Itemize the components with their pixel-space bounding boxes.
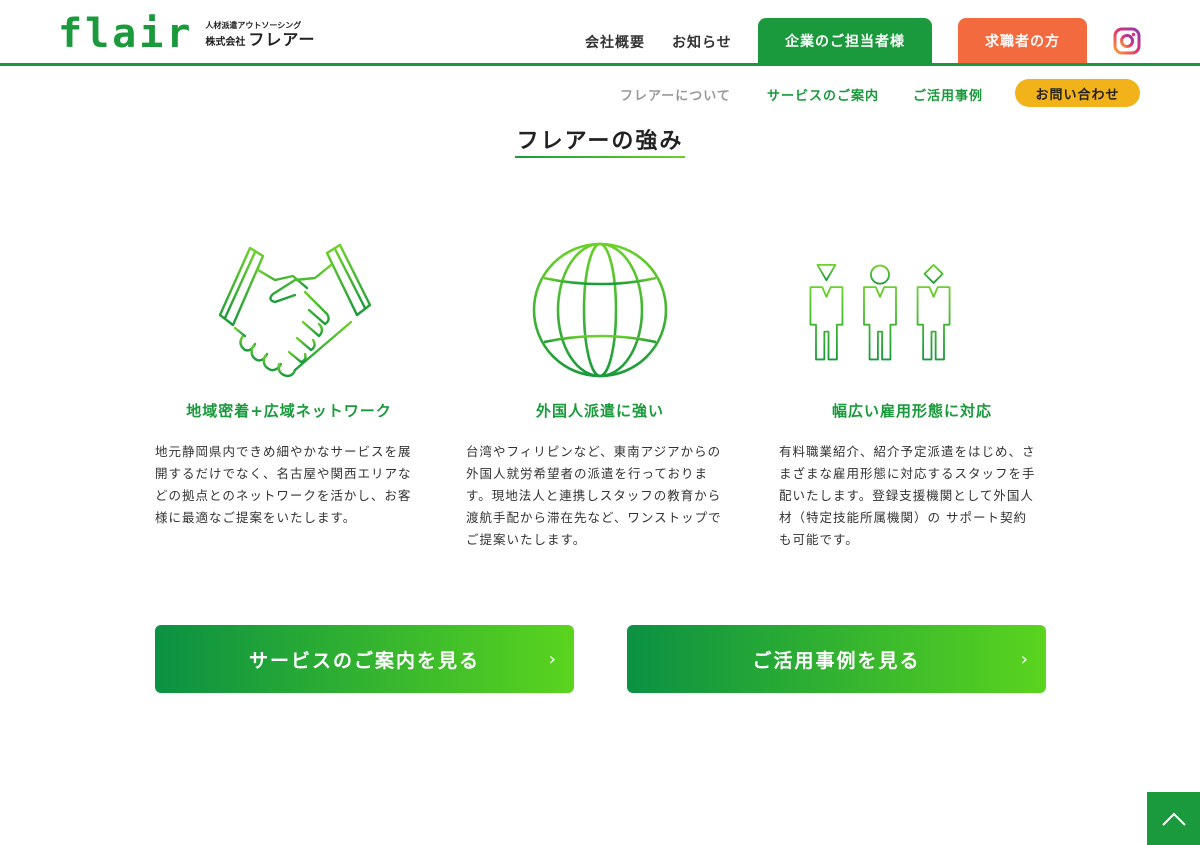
subnav-about[interactable]: フレアーについて (620, 85, 731, 104)
people-icon (809, 263, 951, 361)
nav-news[interactable]: お知らせ (672, 32, 732, 52)
view-cases-button[interactable]: ご活用事例を見る › (627, 625, 1046, 693)
instagram-icon[interactable] (1113, 27, 1141, 55)
site-header: flair 人材派遣アウトソーシング 株式会社 フレアー 会社概要 お知らせ 企業… (0, 0, 1200, 66)
logo-text: 人材派遣アウトソーシング 株式会社 フレアー (205, 21, 315, 52)
feature-title-employment: 幅広い雇用形態に対応 (831, 402, 992, 420)
feature-title-network: 地域密着+広域ネットワーク (186, 402, 392, 420)
contact-button[interactable]: お問い合わせ (1015, 79, 1140, 107)
corporate-button[interactable]: 企業のご担当者様 (758, 18, 932, 63)
logo-mark: flair (58, 11, 194, 57)
view-service-label: サービスのご案内を見る (248, 649, 480, 672)
nav-about-company[interactable]: 会社概要 (585, 32, 645, 52)
subnav-cases[interactable]: ご活用事例 (913, 85, 983, 104)
title-underline (515, 156, 685, 158)
section-title: フレアーの強み (516, 129, 684, 154)
logo-company-name: フレアー (248, 30, 316, 49)
logo-company: 株式会社 フレアー (205, 31, 315, 52)
feature-desc-network: 地元静岡県内できめ細やかなサービスを展開するだけでなく、名古屋や関西エリアなどの… (155, 444, 412, 525)
jobseeker-button[interactable]: 求職者の方 (958, 18, 1087, 63)
subnav-service[interactable]: サービスのご案内 (767, 85, 879, 104)
globe-icon (532, 242, 668, 378)
view-cases-label: ご活用事例を見る (752, 649, 921, 672)
feature-desc-employment: 有料職業紹介、紹介予定派遣をはじめ、さまざまな雇用形態に対応するスタッフを手配い… (779, 444, 1036, 547)
chevron-up-icon (1161, 812, 1186, 826)
handshake-icon (218, 243, 372, 378)
feature-desc-foreign: 台湾やフィリピンなど、東南アジアからの外国人就労希望者の派遣を行っております。現… (466, 444, 722, 547)
chevron-right-icon: › (1020, 649, 1030, 670)
logo[interactable]: flair 人材派遣アウトソーシング 株式会社 フレアー (58, 14, 315, 54)
logo-company-prefix: 株式会社 (205, 37, 246, 48)
feature-title-foreign: 外国人派遣に強い (535, 402, 664, 420)
chevron-right-icon: › (548, 649, 558, 670)
back-to-top-button[interactable] (1147, 792, 1200, 845)
view-service-button[interactable]: サービスのご案内を見る › (155, 625, 574, 693)
